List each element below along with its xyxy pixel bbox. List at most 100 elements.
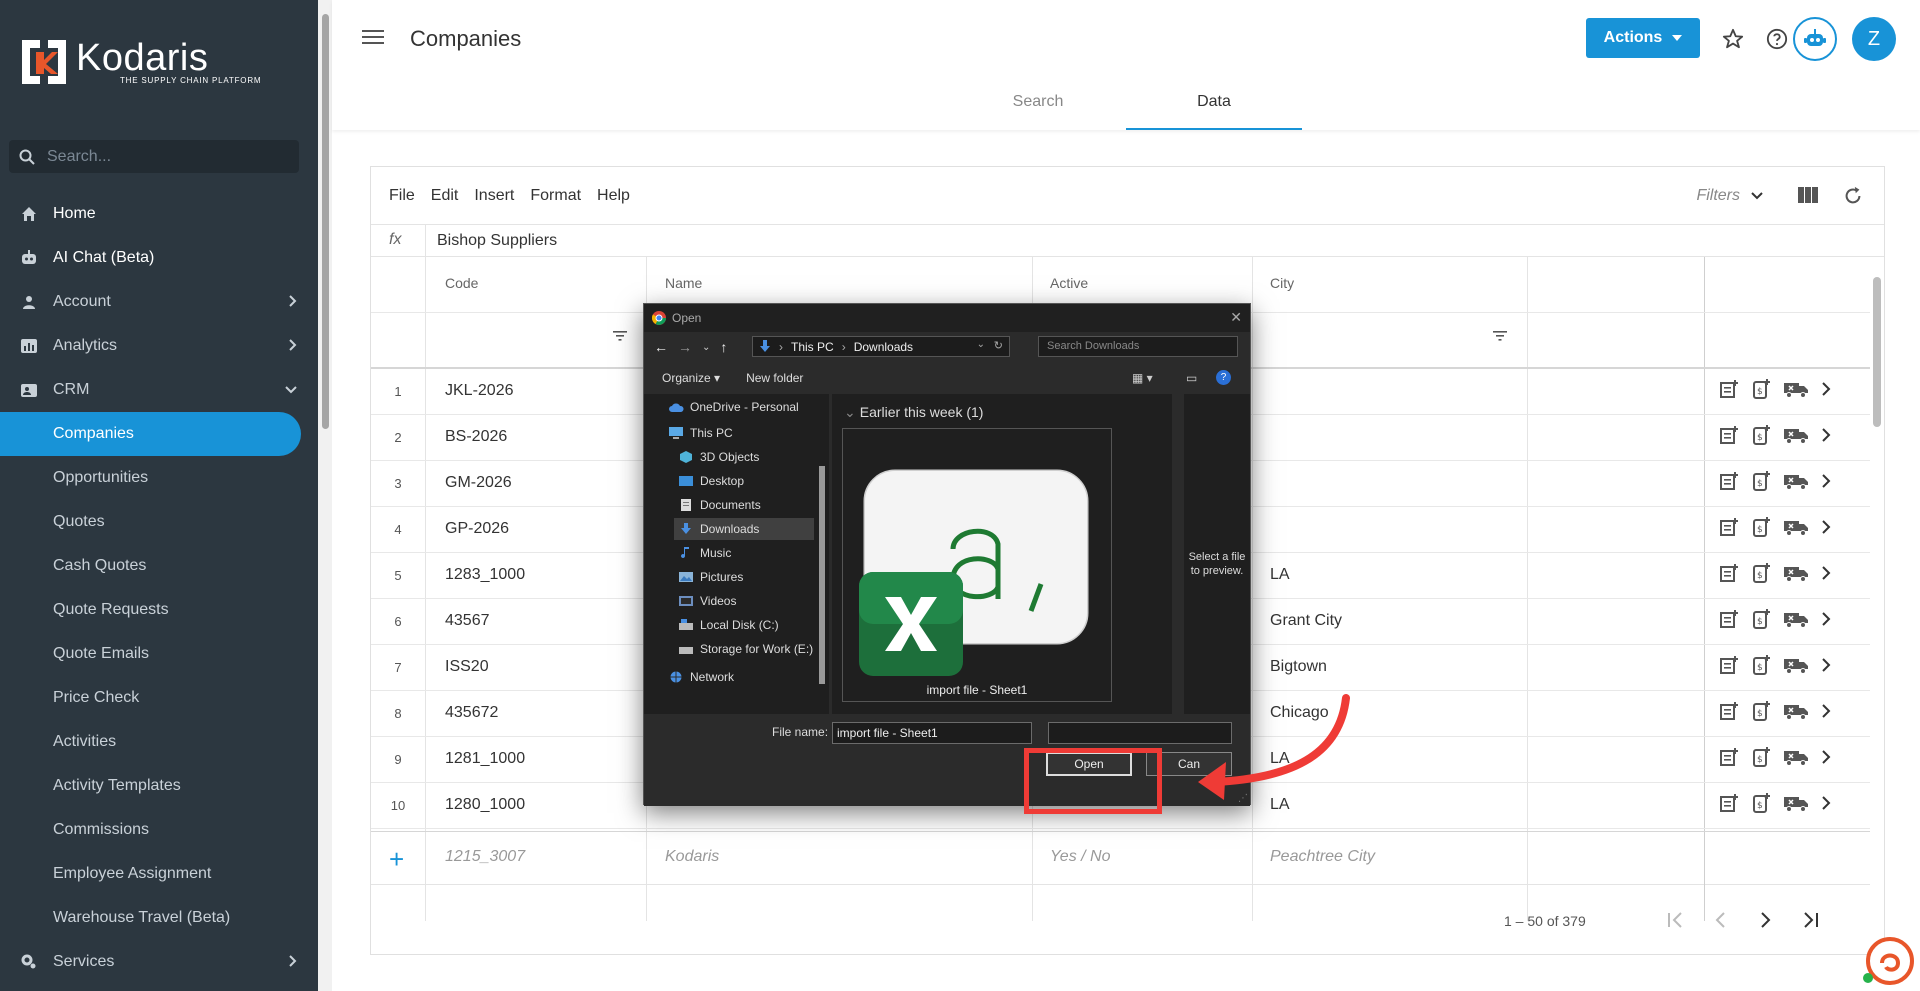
- close-icon[interactable]: ✕: [1230, 309, 1242, 326]
- chevron-right-icon[interactable]: [1821, 519, 1831, 540]
- add-price-icon[interactable]: $: [1751, 609, 1771, 634]
- nav-storage-for-work[interactable]: Storage for Work (E:): [678, 638, 813, 660]
- row-number[interactable]: 10: [371, 798, 425, 813]
- shipping-truck-icon[interactable]: [1783, 517, 1809, 542]
- menu-edit[interactable]: Edit: [431, 187, 459, 205]
- sidebar-search-input[interactable]: [47, 147, 277, 166]
- sidebar-item-activity-templates[interactable]: Activity Templates: [0, 764, 318, 808]
- filter-icon[interactable]: [613, 329, 627, 347]
- search-downloads-input[interactable]: Search Downloads: [1038, 336, 1238, 357]
- row-number[interactable]: 7: [371, 660, 425, 675]
- sidebar-item-employee-assignment[interactable]: Employee Assignment: [0, 852, 318, 896]
- last-page-icon[interactable]: [1800, 911, 1820, 934]
- column-header-name[interactable]: Name: [665, 275, 702, 291]
- menu-format[interactable]: Format: [530, 187, 581, 205]
- sidebar-item-quote-emails[interactable]: Quote Emails: [0, 632, 318, 676]
- shipping-truck-icon[interactable]: [1783, 701, 1809, 726]
- sidebar-item-commissions[interactable]: Commissions: [0, 808, 318, 852]
- sidebar-item-opportunities[interactable]: Opportunities: [0, 456, 318, 500]
- row-number[interactable]: 8: [371, 706, 425, 721]
- actions-button[interactable]: Actions: [1586, 18, 1700, 58]
- cell-city[interactable]: Bigtown: [1270, 658, 1327, 676]
- chevron-right-icon[interactable]: [1821, 427, 1831, 448]
- new-row-code[interactable]: 1215_3007: [445, 848, 525, 866]
- nav-onedrive[interactable]: OneDrive - Personal: [668, 396, 799, 418]
- column-header-code[interactable]: Code: [445, 275, 478, 291]
- sidebar-item-activities[interactable]: Activities: [0, 720, 318, 764]
- cell-code[interactable]: BS-2026: [445, 428, 507, 446]
- new-folder-button[interactable]: New folder: [746, 371, 803, 385]
- shipping-truck-icon[interactable]: [1783, 747, 1809, 772]
- nav-desktop[interactable]: Desktop: [678, 470, 744, 492]
- up-arrow-icon[interactable]: ↑: [720, 339, 727, 355]
- next-page-icon[interactable]: [1758, 911, 1772, 934]
- filename-input[interactable]: [832, 722, 1032, 744]
- sidebar-item-companies[interactable]: Companies: [0, 412, 301, 456]
- chevron-right-icon[interactable]: [1821, 473, 1831, 494]
- chevron-right-icon[interactable]: [1821, 657, 1831, 678]
- shipping-truck-icon[interactable]: [1783, 655, 1809, 680]
- add-price-icon[interactable]: $: [1751, 563, 1771, 588]
- new-row[interactable]: + 1215_3007 Kodaris Yes / No Peachtree C…: [371, 831, 1870, 886]
- sidebar-item-ai-chat[interactable]: AI Chat (Beta): [0, 236, 318, 280]
- row-number[interactable]: 5: [371, 568, 425, 583]
- organize-button[interactable]: Organize ▾: [662, 371, 720, 385]
- add-price-icon[interactable]: $: [1751, 701, 1771, 726]
- help-icon[interactable]: ?: [1216, 370, 1231, 385]
- path-this-pc[interactable]: This PC: [791, 340, 834, 354]
- support-chat-icon[interactable]: [1860, 933, 1914, 987]
- nav-music[interactable]: Music: [678, 542, 731, 564]
- nav-pane-scrollbar[interactable]: [815, 400, 827, 710]
- columns-icon[interactable]: [1797, 186, 1819, 209]
- row-number[interactable]: 1: [371, 384, 425, 399]
- grid-scrollbar-thumb[interactable]: [1873, 277, 1881, 427]
- ai-assistant-button[interactable]: [1793, 17, 1837, 61]
- address-path[interactable]: › This PC › Downloads ⌄ ↻: [752, 336, 1010, 357]
- star-icon[interactable]: [1720, 26, 1746, 52]
- add-price-icon[interactable]: $: [1751, 793, 1771, 818]
- row-number[interactable]: 2: [371, 430, 425, 445]
- recent-dropdown-icon[interactable]: ⌄: [702, 342, 710, 353]
- refresh-icon[interactable]: [1842, 185, 1864, 212]
- tab-search[interactable]: Search: [950, 80, 1126, 130]
- sidebar-item-analytics[interactable]: Analytics: [0, 324, 318, 368]
- shipping-truck-icon[interactable]: [1783, 609, 1809, 634]
- formula-value[interactable]: Bishop Suppliers: [437, 232, 557, 250]
- menu-insert[interactable]: Insert: [474, 187, 514, 205]
- sidebar-item-home[interactable]: Home: [0, 192, 318, 236]
- forward-arrow-icon[interactable]: →: [678, 339, 692, 355]
- add-note-icon[interactable]: [1719, 793, 1739, 818]
- path-downloads[interactable]: Downloads: [854, 340, 913, 354]
- shipping-truck-icon[interactable]: [1783, 563, 1809, 588]
- cell-code[interactable]: JKL-2026: [445, 382, 514, 400]
- first-page-icon[interactable]: [1666, 911, 1686, 934]
- file-item[interactable]: import file - Sheet1: [842, 428, 1112, 702]
- refresh-icon[interactable]: ↻: [994, 339, 1003, 352]
- sidebar-scrollbar-thumb[interactable]: [322, 14, 329, 429]
- add-price-icon[interactable]: $: [1751, 425, 1771, 450]
- previous-page-icon[interactable]: [1714, 911, 1728, 934]
- add-note-icon[interactable]: [1719, 609, 1739, 634]
- column-header-active[interactable]: Active: [1050, 275, 1088, 291]
- sidebar-item-quote-requests[interactable]: Quote Requests: [0, 588, 318, 632]
- cell-code[interactable]: ISS20: [445, 658, 489, 676]
- tab-data[interactable]: Data: [1126, 80, 1302, 130]
- help-icon[interactable]: [1764, 26, 1790, 52]
- add-row-icon[interactable]: +: [389, 844, 404, 875]
- nav-videos[interactable]: Videos: [678, 590, 736, 612]
- add-note-icon[interactable]: [1719, 701, 1739, 726]
- cell-code[interactable]: 1280_1000: [445, 796, 525, 814]
- cell-code[interactable]: GM-2026: [445, 474, 512, 492]
- chevron-right-icon[interactable]: [1821, 611, 1831, 632]
- grid-scrollbar[interactable]: [1870, 257, 1884, 837]
- chevron-down-icon[interactable]: ⌄: [977, 339, 985, 350]
- new-row-active[interactable]: Yes / No: [1050, 848, 1110, 866]
- nav-network[interactable]: Network: [668, 666, 734, 688]
- nav-pictures[interactable]: Pictures: [678, 566, 743, 588]
- nav-this-pc[interactable]: This PC: [668, 422, 733, 444]
- sidebar-item-warehouse-travel[interactable]: Warehouse Travel (Beta): [0, 896, 318, 940]
- cell-code[interactable]: 435672: [445, 704, 498, 722]
- add-price-icon[interactable]: $: [1751, 379, 1771, 404]
- nav-3d-objects[interactable]: 3D Objects: [678, 446, 759, 468]
- chevron-right-icon[interactable]: [1821, 703, 1831, 724]
